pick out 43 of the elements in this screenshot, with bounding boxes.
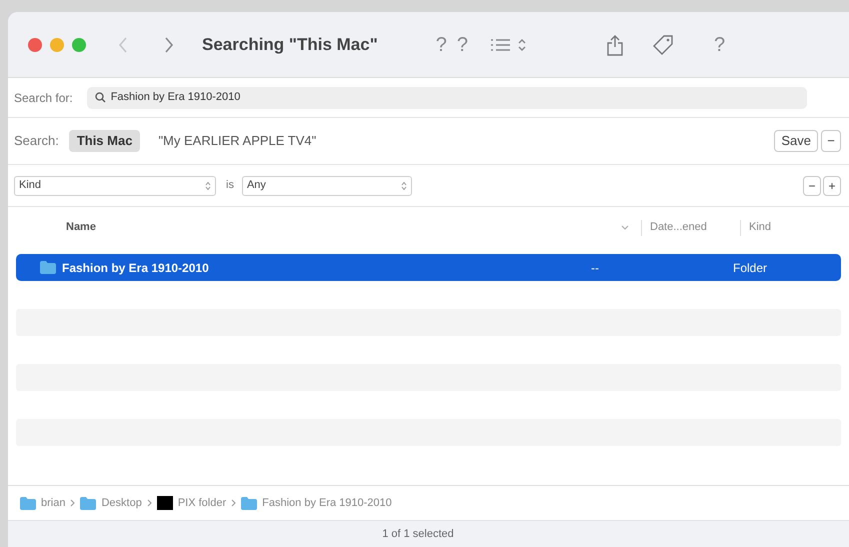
- status-text: 1 of 1 selected: [382, 526, 454, 542]
- folder-icon: [40, 261, 56, 274]
- folder-icon: [80, 496, 96, 510]
- path-item[interactable]: Desktop: [101, 494, 142, 512]
- date-cell-text: --: [591, 260, 600, 276]
- close-button[interactable]: [28, 38, 42, 52]
- minimize-button[interactable]: [50, 38, 64, 52]
- share-icon[interactable]: [606, 34, 624, 56]
- zoom-button[interactable]: [72, 38, 86, 52]
- forward-icon[interactable]: [164, 36, 174, 54]
- value-dropdown[interactable]: Any: [242, 176, 412, 196]
- search-field[interactable]: Fashion by Era 1910-2010: [86, 86, 807, 108]
- search-scope-label: Search:: [14, 132, 59, 150]
- scope-option[interactable]: This Mac: [68, 130, 140, 152]
- column-header[interactable]: Kind: [749, 219, 849, 236]
- kind-cell-text: Folder: [733, 260, 768, 276]
- chevron-icon: [146, 499, 152, 507]
- remove-search-button[interactable]: −: [821, 130, 841, 152]
- operator-label: is: [226, 178, 234, 194]
- file-row[interactable]: Fashion by Era 1910-2010 -- Folder: [16, 254, 841, 281]
- add-criterion-button[interactable]: +: [823, 176, 841, 196]
- path-item[interactable]: brian: [41, 494, 66, 512]
- path-item[interactable]: Fashion by Era 1910-2010: [262, 494, 392, 512]
- path-item[interactable]: PIX folder: [178, 494, 226, 512]
- tag-icon[interactable]: [652, 34, 674, 56]
- folder-icon: [20, 496, 36, 510]
- chevron-icon: [70, 499, 76, 507]
- window-title: Searching "This Mac": [202, 34, 378, 56]
- save-button[interactable]: Save: [774, 130, 818, 152]
- column-header[interactable]: Date...ened: [650, 219, 740, 236]
- search-for-label: Search for:: [14, 90, 73, 106]
- attribute-dropdown[interactable]: Kind: [14, 176, 216, 196]
- file-name: Fashion by Era 1910-2010: [62, 260, 209, 276]
- stepper-icon: [400, 180, 407, 190]
- sort-chevron-icon[interactable]: [621, 224, 629, 230]
- column-header[interactable]: Name: [66, 219, 96, 236]
- chevron-icon: [231, 499, 236, 507]
- scope-option[interactable]: "My EARLIER APPLE TV4": [150, 130, 324, 152]
- stepper-icon: [205, 180, 211, 190]
- remove-criterion-button[interactable]: −: [803, 176, 821, 196]
- folder-icon: [241, 496, 258, 510]
- thumbnail-icon: [156, 496, 173, 510]
- search-icon: [94, 92, 106, 103]
